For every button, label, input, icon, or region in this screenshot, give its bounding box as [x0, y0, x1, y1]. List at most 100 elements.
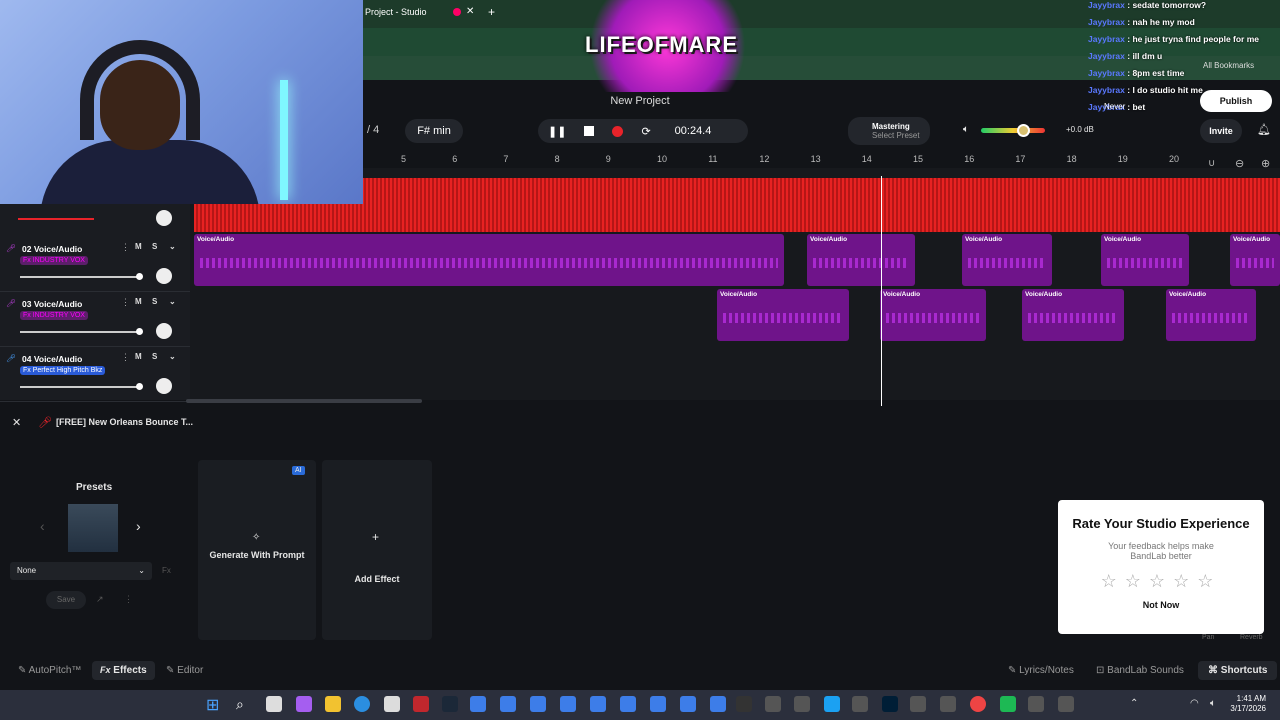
- chevron-down-icon[interactable]: ⌄: [169, 297, 176, 306]
- wifi-icon[interactable]: ◠: [1190, 698, 1199, 709]
- bandlab-sounds-button[interactable]: ⊡ BandLab Sounds: [1096, 665, 1184, 676]
- chrome-icon[interactable]: [970, 696, 986, 712]
- master-volume-fader[interactable]: [18, 218, 94, 220]
- fl-studio-icon[interactable]: [736, 696, 752, 712]
- bars-display[interactable]: / 4: [367, 124, 379, 136]
- audio-clip[interactable]: Voice/Audio: [962, 234, 1052, 286]
- stop-icon[interactable]: [584, 126, 595, 136]
- audio-clip[interactable]: Voice/Audio: [717, 289, 849, 341]
- track-header[interactable]: 🎤︎ 03 Voice/Audio Fx INDUSTRY VOX ⋮ M S …: [0, 293, 190, 347]
- project-title[interactable]: New Project: [580, 95, 700, 107]
- app-icon[interactable]: [620, 696, 636, 712]
- more-icon[interactable]: ⋮: [124, 594, 133, 605]
- task-view-icon[interactable]: [266, 696, 282, 712]
- close-panel-icon[interactable]: ✕: [12, 416, 21, 429]
- fx-chain-badge[interactable]: Fx INDUSTRY VOX: [20, 311, 88, 320]
- generate-card[interactable]: AI ✧ Generate With Prompt: [198, 460, 316, 640]
- track-header[interactable]: 🎤︎ 02 Voice/Audio Fx INDUSTRY VOX ⋮ M S …: [0, 238, 190, 292]
- audio-clip[interactable]: Voice/Audio: [1101, 234, 1189, 286]
- track-name[interactable]: 03 Voice/Audio: [22, 299, 82, 309]
- app-icon[interactable]: [824, 696, 840, 712]
- pan-knob[interactable]: [156, 323, 172, 339]
- audio-clip[interactable]: Voice/Audio: [1022, 289, 1124, 341]
- volume-handle[interactable]: [1017, 124, 1030, 137]
- record-icon[interactable]: [612, 125, 624, 137]
- master-pan-knob[interactable]: [156, 210, 172, 226]
- edge-icon[interactable]: [354, 696, 370, 712]
- mute-button[interactable]: M: [135, 352, 142, 361]
- pause-icon[interactable]: ❚❚: [548, 125, 566, 138]
- volume-fader[interactable]: [20, 273, 143, 280]
- star-icon[interactable]: ☆: [1125, 571, 1149, 591]
- shortcuts-button[interactable]: ⌘ Shortcuts: [1198, 661, 1278, 680]
- fx-icon[interactable]: Fx: [162, 566, 171, 575]
- capcut-icon[interactable]: [1058, 696, 1074, 712]
- preset-select[interactable]: None ⌄: [10, 562, 152, 580]
- invite-button[interactable]: Invite: [1200, 119, 1242, 143]
- speaker-icon[interactable]: 🔈︎: [1210, 698, 1216, 709]
- file-explorer-icon[interactable]: [325, 696, 341, 712]
- bell-icon[interactable]: 🔔︎: [1257, 123, 1271, 136]
- lyrics-notes-button[interactable]: ✎ Lyrics/Notes: [1008, 665, 1074, 676]
- effects-tab[interactable]: Fx Effects: [92, 661, 155, 680]
- photoshop-icon[interactable]: [882, 696, 898, 712]
- prev-preset-icon[interactable]: ‹: [40, 518, 45, 534]
- app-icon[interactable]: [560, 696, 576, 712]
- mute-button[interactable]: M: [135, 297, 142, 306]
- windows-start-icon[interactable]: ⊞: [206, 695, 219, 715]
- app-icon[interactable]: [940, 696, 956, 712]
- more-icon[interactable]: ⋮: [121, 352, 130, 363]
- speaker-icon[interactable]: 🔈︎: [963, 124, 969, 135]
- key-selector[interactable]: F# min: [405, 119, 463, 143]
- chevron-down-icon[interactable]: ⌄: [169, 352, 176, 361]
- mcafee-icon[interactable]: [413, 696, 429, 712]
- star-icon[interactable]: ☆: [1101, 571, 1125, 591]
- volume-fader[interactable]: [20, 383, 143, 390]
- add-effect-card[interactable]: + Add Effect: [322, 460, 432, 640]
- app-icon[interactable]: [1000, 696, 1016, 712]
- solo-button[interactable]: S: [152, 242, 157, 251]
- horizontal-scrollbar[interactable]: [186, 399, 422, 403]
- next-preset-icon[interactable]: ›: [136, 518, 141, 534]
- mute-button[interactable]: M: [135, 242, 142, 251]
- loop-icon[interactable]: ⟳: [641, 125, 650, 138]
- track-name[interactable]: 04 Voice/Audio: [22, 354, 82, 364]
- app-icon[interactable]: [852, 696, 868, 712]
- star-icon[interactable]: ☆: [1149, 571, 1173, 591]
- solo-button[interactable]: S: [152, 297, 157, 306]
- new-tab-icon[interactable]: +: [488, 5, 495, 19]
- audio-clip[interactable]: Voice/Audio: [1166, 289, 1256, 341]
- app-icon[interactable]: [680, 696, 696, 712]
- autopitch-tab[interactable]: ✎ AutoPitch™: [18, 665, 81, 676]
- playhead[interactable]: [881, 176, 882, 406]
- tray-chevron-icon[interactable]: ⌃: [1130, 698, 1138, 709]
- mastering-button[interactable]: Mastering Select Preset: [848, 117, 930, 145]
- obs-icon[interactable]: [1028, 696, 1044, 712]
- share-icon[interactable]: ↗: [96, 594, 104, 605]
- copilot-icon[interactable]: [296, 696, 312, 712]
- app-icon[interactable]: [470, 696, 486, 712]
- app-icon[interactable]: [590, 696, 606, 712]
- fx-chain-badge[interactable]: Fx INDUSTRY VOX: [20, 256, 88, 265]
- app-icon[interactable]: [910, 696, 926, 712]
- track-name[interactable]: 02 Voice/Audio: [22, 244, 82, 254]
- fx-chain-badge[interactable]: Fx Perfect High Pitch Bkz: [20, 366, 106, 375]
- more-icon[interactable]: ⋮: [121, 242, 130, 253]
- app-icon[interactable]: [530, 696, 546, 712]
- not-now-button[interactable]: Not Now: [1058, 600, 1264, 610]
- clock[interactable]: 1:41 AM 3/17/2026: [1226, 694, 1266, 714]
- app-icon[interactable]: [650, 696, 666, 712]
- star-icon[interactable]: ☆: [1173, 571, 1197, 591]
- app-icon[interactable]: [500, 696, 516, 712]
- audio-clip[interactable]: Voice/Audio: [807, 234, 915, 286]
- pan-knob[interactable]: [156, 268, 172, 284]
- app-icon[interactable]: [710, 696, 726, 712]
- track-header[interactable]: 🎤︎ 04 Voice/Audio Fx Perfect High Pitch …: [0, 348, 190, 402]
- timeline-ruler[interactable]: 5 6 7 8 9 10 11 12 13 14 15 16 17 18 19 20: [363, 150, 1280, 168]
- browser-tab[interactable]: Project - Studio: [363, 4, 483, 24]
- audio-clip[interactable]: Voice/Audio: [194, 234, 784, 286]
- close-tab-icon[interactable]: ✕: [466, 6, 474, 17]
- solo-button[interactable]: S: [152, 352, 157, 361]
- save-button[interactable]: Save: [46, 591, 86, 609]
- audio-clip[interactable]: Voice/Audio: [1230, 234, 1280, 286]
